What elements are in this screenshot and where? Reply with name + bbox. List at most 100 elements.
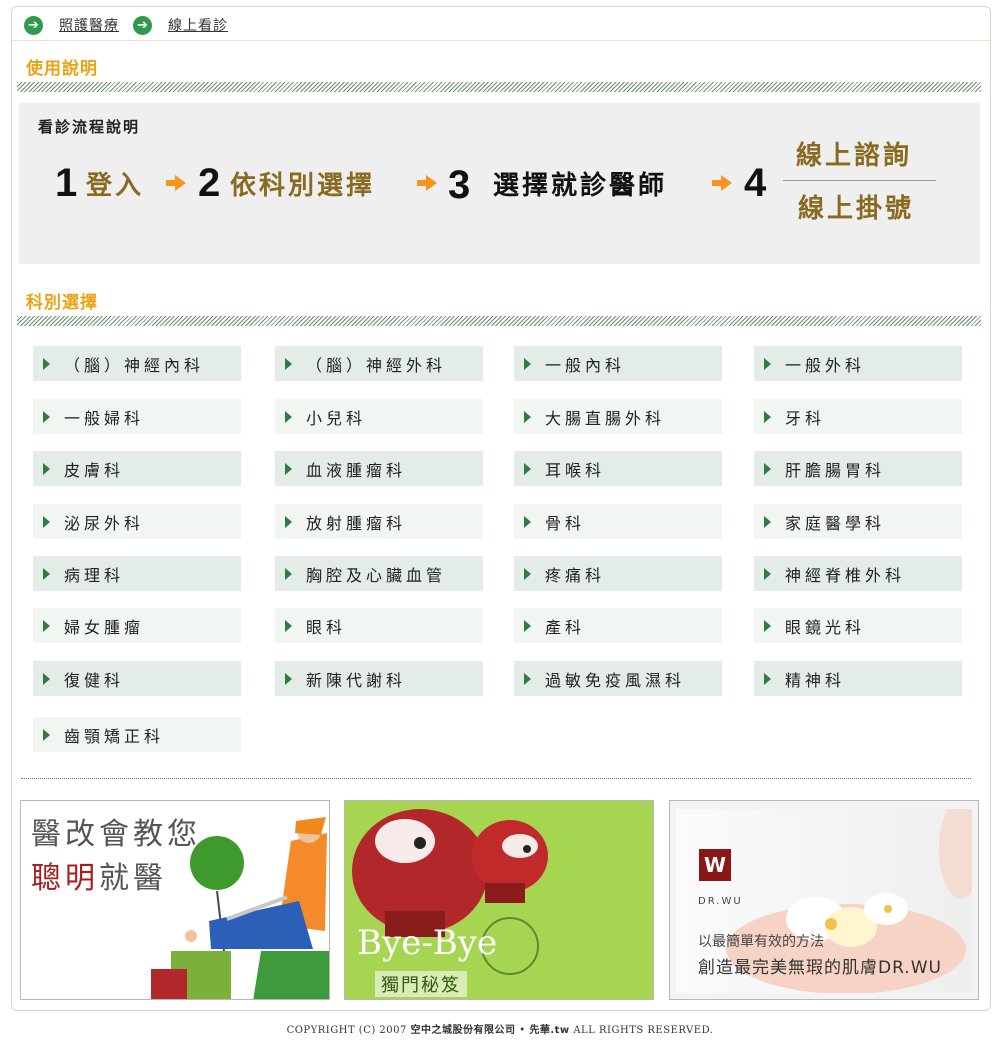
footer-company: 空中之城股份有限公司 (410, 1025, 516, 1036)
department-item[interactable]: 神經脊椎外科 (754, 556, 962, 591)
arrow-circle-icon: ➔ (24, 15, 43, 35)
dotted-divider (21, 778, 971, 779)
hatch-divider (17, 316, 981, 326)
department-item[interactable]: 產科 (514, 608, 722, 643)
nav-label[interactable]: 線上看診 (168, 15, 228, 35)
department-item[interactable]: 牙科 (754, 399, 962, 434)
arrow-circle-icon: ➔ (133, 15, 152, 35)
process-title: 看診流程說明 (38, 118, 141, 136)
department-item[interactable]: 病理科 (33, 556, 241, 591)
footer-rights: ALL RIGHTS RESERVED. (569, 1025, 714, 1036)
department-item[interactable]: 過敏免疫風濕科 (514, 661, 722, 696)
step-text-register: 線上掛號 (798, 194, 915, 224)
department-item[interactable]: 肝膽腸胃科 (754, 451, 962, 486)
department-label[interactable]: 一般婦科 (64, 405, 144, 429)
department-label[interactable]: 肝膽腸胃科 (785, 457, 885, 481)
department-label[interactable]: 產科 (545, 614, 585, 638)
department-label[interactable]: 胸腔及心臟血管 (306, 562, 446, 586)
triangle-right-icon (43, 462, 50, 475)
department-label[interactable]: 病理科 (64, 562, 124, 586)
banner-subtitle: 獨門秘笈 (375, 971, 467, 997)
department-item[interactable]: 血液腫瘤科 (275, 451, 483, 486)
department-label[interactable]: 家庭醫學科 (785, 510, 885, 534)
department-label[interactable]: 精神科 (785, 667, 845, 691)
department-item[interactable]: 皮膚科 (33, 451, 241, 486)
department-item[interactable]: 泌尿外科 (33, 504, 241, 539)
department-item[interactable]: 齒顎矯正科 (33, 717, 241, 752)
department-item[interactable]: 精神科 (754, 661, 962, 696)
department-item[interactable]: 疼痛科 (514, 556, 722, 591)
department-label[interactable]: 小兒科 (306, 405, 366, 429)
triangle-right-icon (285, 410, 292, 423)
department-label[interactable]: （腦）神經內科 (64, 352, 204, 376)
person-laptop-illustration (151, 817, 329, 999)
nav-label[interactable]: 照護醫療 (59, 15, 119, 35)
nav-item-care[interactable]: ➔ 照護醫療 (24, 15, 119, 35)
arrow-right-icon (712, 175, 732, 191)
department-item[interactable]: 家庭醫學科 (754, 504, 962, 539)
dr-wu-logo-icon: W (699, 849, 731, 881)
department-label[interactable]: 骨科 (545, 510, 585, 534)
arrow-right-icon (417, 175, 437, 191)
department-label[interactable]: 齒顎矯正科 (64, 723, 164, 747)
department-item[interactable]: 眼科 (275, 608, 483, 643)
triangle-right-icon (524, 567, 531, 580)
department-label[interactable]: 放射腫瘤科 (306, 510, 406, 534)
triangle-right-icon (285, 619, 292, 632)
department-label[interactable]: 一般內科 (545, 352, 625, 376)
step-number: 3 (448, 163, 471, 207)
triangle-right-icon (764, 515, 771, 528)
triangle-right-icon (43, 728, 50, 741)
department-item[interactable]: 一般外科 (754, 346, 962, 381)
step-text: 登入 (86, 171, 145, 201)
department-label[interactable]: 血液腫瘤科 (306, 457, 406, 481)
department-label[interactable]: （腦）神經外科 (306, 352, 446, 376)
step-number: 1 (55, 161, 78, 205)
footer-copyright: COPYRIGHT (C) 2007 (286, 1025, 411, 1036)
department-item[interactable]: 大腸直腸外科 (514, 399, 722, 434)
department-item[interactable]: （腦）神經外科 (275, 346, 483, 381)
department-item[interactable]: 一般婦科 (33, 399, 241, 434)
department-item[interactable]: 放射腫瘤科 (275, 504, 483, 539)
banner-bye-bye[interactable]: Bye-Bye 獨門秘笈 (344, 800, 654, 1000)
triangle-right-icon (764, 672, 771, 685)
department-item[interactable]: 耳喉科 (514, 451, 722, 486)
department-label[interactable]: 疼痛科 (545, 562, 605, 586)
banner-text: 創造最完美無瑕的肌膚DR.WU (698, 958, 942, 978)
banner-dr-wu[interactable]: W DR.WU 以最簡單有效的方法 創造最完美無瑕的肌膚DR.WU (669, 800, 979, 1000)
banner-medical-reform[interactable]: 醫改會教您 聰明就醫 (20, 800, 330, 1000)
department-item[interactable]: 小兒科 (275, 399, 483, 434)
department-item[interactable]: 一般內科 (514, 346, 722, 381)
step-number: 2 (198, 161, 221, 205)
triangle-right-icon (285, 672, 292, 685)
department-label[interactable]: 大腸直腸外科 (545, 405, 665, 429)
department-item[interactable]: 眼鏡光科 (754, 608, 962, 643)
department-label[interactable]: 眼科 (306, 614, 346, 638)
nav-item-online[interactable]: ➔ 線上看診 (133, 15, 228, 35)
process-box: 看診流程說明 1 登入 2 依科別選擇 3 選擇就診醫師 4 線上諮詢 線上掛號 (19, 103, 980, 264)
banner-title: Bye-Bye (357, 923, 498, 963)
triangle-right-icon (524, 462, 531, 475)
triangle-right-icon (764, 462, 771, 475)
department-item[interactable]: 復健科 (33, 661, 241, 696)
department-item[interactable]: 胸腔及心臟血管 (275, 556, 483, 591)
department-label[interactable]: 一般外科 (785, 352, 865, 376)
department-label[interactable]: 泌尿外科 (64, 510, 144, 534)
department-label[interactable]: 過敏免疫風濕科 (545, 667, 685, 691)
department-item[interactable]: 新陳代謝科 (275, 661, 483, 696)
department-item[interactable]: （腦）神經內科 (33, 346, 241, 381)
department-label[interactable]: 皮膚科 (64, 457, 124, 481)
department-label[interactable]: 眼鏡光科 (785, 614, 865, 638)
triangle-right-icon (524, 410, 531, 423)
department-label[interactable]: 神經脊椎外科 (785, 562, 905, 586)
department-label[interactable]: 牙科 (785, 405, 825, 429)
department-label[interactable]: 婦女腫瘤 (64, 614, 144, 638)
department-label[interactable]: 新陳代謝科 (306, 667, 406, 691)
department-item[interactable]: 婦女腫瘤 (33, 608, 241, 643)
top-nav: ➔ 照護醫療 ➔ 線上看診 (24, 14, 242, 36)
department-label[interactable]: 耳喉科 (545, 457, 605, 481)
department-item[interactable]: 骨科 (514, 504, 722, 539)
department-label[interactable]: 復健科 (64, 667, 124, 691)
triangle-right-icon (43, 357, 50, 370)
triangle-right-icon (43, 567, 50, 580)
